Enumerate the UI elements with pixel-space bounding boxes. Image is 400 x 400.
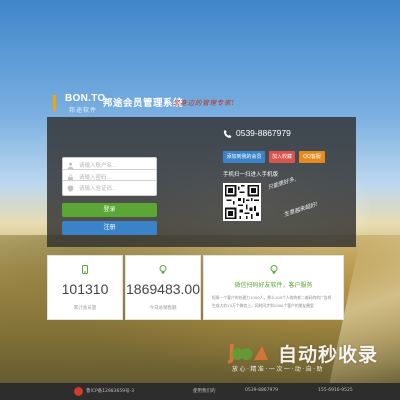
footer: 鲁ICP备12983659号-3 使用我们的 0539-8867979 155-… [0,383,400,400]
footer-mobile: 155-6916-9525 [318,388,353,393]
slogan-handwriting-2: 生意越来越好! [283,201,319,219]
bulb-icon [159,265,167,274]
promo-card: 微信扫码好友软件，客户服务 短周一个客户的处理力1000人，那么100个人的的老… [203,255,344,320]
watermark-logo: J [228,340,268,364]
member-count-card: 101310 累计会员量 [47,255,123,320]
captcha-field[interactable]: 请输入验证码... [62,180,157,196]
footer-phone: 0539-8867979 [245,388,279,393]
bookmark-button[interactable]: 加入收藏 [269,151,295,163]
brand-title: 邦途会员管理系统 [103,98,184,109]
phone-icon [82,265,88,274]
shield-icon [67,185,74,192]
qr-code [223,183,261,221]
hotline-number: 0539-8867979 [236,128,291,138]
promo-text: 短周一个客户的处理力1000人，那么100个人的的老二维码的的广告将生成大约10… [212,295,332,308]
icp-number[interactable]: 鲁ICP备12983659号-3 [86,388,134,394]
icp-badge-icon [74,387,83,396]
register-button[interactable]: 注册 [62,221,157,235]
logo-name: BON.TO [65,93,106,104]
member-count-value: 101310 [61,281,109,297]
sales-total-value: 1869483.00 [126,281,200,297]
scan-title: 手机扫一扫进入手机版 [223,172,279,178]
qq-service-button[interactable]: QQ客服 [299,151,325,163]
add-member-button[interactable]: 添加到我的会员 [223,151,265,163]
login-panel: 请输入账户名... 请输入密码... 请输入验证码... 登录 注册 0539-… [47,117,356,247]
user-icon [67,162,74,169]
footer-link[interactable]: 使用我们的 [193,388,216,394]
username-placeholder: 请输入账户名... [79,163,118,169]
captcha-placeholder: 请输入验证码... [79,186,118,192]
member-count-caption: 累计会员量 [73,306,97,311]
sales-total-caption: 今日总销售额 [149,306,177,311]
logo-subtitle: 邦途软件 [69,108,98,114]
phone-icon [223,130,232,138]
login-button[interactable]: 登录 [62,203,157,217]
watermark: J 自动秒收录 放心·精准·一次一·动·自·助 [228,338,380,378]
promo-heading: 微信扫码好友软件，客户服务 [234,282,313,289]
qr-code-icon [225,185,259,219]
watermark-subtitle: 放心·精准·一次一·动·自·助 [232,366,325,373]
brand-slogan: 您身边的管理专家! [173,99,235,107]
watermark-title: 自动秒收录 [278,344,379,366]
bulb-icon [270,265,277,274]
sales-total-card: 1869483.00 今日总销售额 [125,255,201,320]
